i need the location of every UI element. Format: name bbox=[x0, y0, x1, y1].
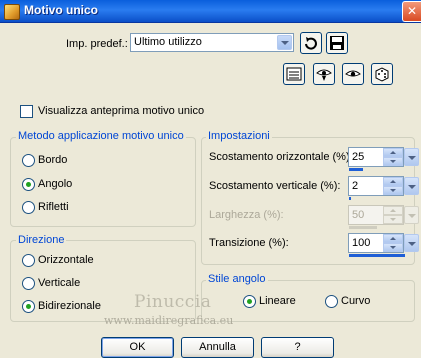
preset-value: Ultimo utilizzo bbox=[134, 36, 202, 48]
radio-curvo[interactable] bbox=[325, 295, 338, 308]
transition-dropdown-icon[interactable] bbox=[404, 234, 419, 252]
offset-v-spinner[interactable]: 2 bbox=[348, 176, 419, 200]
radio-rifletti-label: Rifletti bbox=[38, 201, 69, 213]
offset-v-level-bar bbox=[349, 197, 351, 200]
title-bar[interactable]: Motivo unico ✕ bbox=[0, 0, 421, 23]
offset-v-down-arrow[interactable] bbox=[383, 186, 403, 195]
dice-button[interactable] bbox=[371, 63, 393, 85]
width-up-arrow bbox=[383, 206, 403, 215]
method-group-title: Metodo applicazione motivo unico bbox=[16, 130, 186, 142]
radio-bordo-label: Bordo bbox=[38, 154, 68, 166]
radio-verticale[interactable] bbox=[22, 277, 35, 290]
radio-curvo-label: Curvo bbox=[341, 295, 371, 307]
corner-style-group-title: Stile angolo bbox=[206, 273, 268, 285]
chevron-down-icon[interactable] bbox=[277, 35, 292, 50]
radio-bordo[interactable] bbox=[22, 154, 35, 167]
transition-down-arrow[interactable] bbox=[383, 243, 403, 252]
proof-eye-button[interactable] bbox=[342, 63, 364, 85]
preview-checkbox[interactable] bbox=[20, 105, 33, 118]
preset-dropdown[interactable]: Ultimo utilizzo bbox=[130, 33, 294, 52]
offset-v-label: Scostamento verticale (%): bbox=[209, 180, 341, 192]
watermark-url: www.maidiregrafica.eu bbox=[104, 314, 234, 327]
offset-h-level-bar bbox=[349, 168, 363, 171]
offset-v-value: 2 bbox=[352, 180, 359, 192]
radio-angolo-label: Angolo bbox=[38, 178, 73, 190]
reset-icon bbox=[305, 37, 317, 50]
preset-label: Imp. predef.: bbox=[66, 38, 128, 50]
transition-value: 100 bbox=[352, 237, 371, 249]
transition-level-bar bbox=[349, 254, 405, 257]
dice-icon bbox=[375, 67, 389, 82]
radio-rifletti[interactable] bbox=[22, 201, 35, 214]
window-title: Motivo unico bbox=[24, 3, 98, 17]
radio-verticale-label: Verticale bbox=[38, 277, 81, 289]
width-label: Larghezza (%): bbox=[209, 209, 284, 221]
proof-eye-icon bbox=[345, 70, 361, 77]
offset-h-dropdown-icon[interactable] bbox=[404, 148, 419, 166]
close-button[interactable]: ✕ bbox=[402, 1, 421, 22]
transition-spinner[interactable]: 100 bbox=[348, 233, 419, 257]
radio-bidirezionale[interactable] bbox=[22, 300, 35, 313]
randomize-icon bbox=[286, 67, 302, 81]
reset-button[interactable] bbox=[300, 32, 322, 54]
radio-angolo[interactable] bbox=[22, 178, 35, 191]
transition-label: Transizione (%): bbox=[209, 237, 289, 249]
offset-v-up-arrow[interactable] bbox=[383, 177, 403, 186]
randomize-button[interactable] bbox=[283, 63, 305, 85]
help-button[interactable]: ? bbox=[261, 337, 334, 358]
offset-h-spinner[interactable]: 25 bbox=[348, 147, 419, 171]
width-down-arrow bbox=[383, 215, 403, 224]
ok-button[interactable]: OK bbox=[101, 337, 174, 358]
offset-h-up-arrow[interactable] bbox=[383, 148, 403, 157]
offset-h-down-arrow[interactable] bbox=[383, 157, 403, 166]
width-value: 50 bbox=[352, 209, 365, 221]
width-dropdown-icon bbox=[404, 206, 419, 224]
radio-bidirezionale-label: Bidirezionale bbox=[38, 300, 101, 312]
radio-orizzontale[interactable] bbox=[22, 254, 35, 267]
settings-group-title: Impostazioni bbox=[206, 130, 272, 142]
watermark-name: Pinuccia bbox=[134, 292, 212, 312]
direction-group-title: Direzione bbox=[16, 234, 67, 246]
radio-orizzontale-label: Orizzontale bbox=[38, 254, 94, 266]
preview-label: Visualizza anteprima motivo unico bbox=[38, 105, 205, 117]
app-icon bbox=[4, 4, 20, 20]
save-preset-icon bbox=[330, 36, 344, 50]
width-level-bar bbox=[349, 226, 377, 229]
radio-lineare[interactable] bbox=[243, 295, 256, 308]
cancel-button[interactable]: Annulla bbox=[181, 337, 254, 358]
preview-eye-button[interactable] bbox=[313, 63, 335, 85]
save-preset-button[interactable] bbox=[326, 32, 348, 54]
preview-eye-icon bbox=[316, 69, 332, 81]
width-spinner: 50 bbox=[348, 205, 419, 229]
transition-up-arrow[interactable] bbox=[383, 234, 403, 243]
offset-v-dropdown-icon[interactable] bbox=[404, 177, 419, 195]
offset-h-value: 25 bbox=[352, 151, 365, 163]
offset-h-label: Scostamento orizzontale (%): bbox=[209, 151, 353, 163]
radio-lineare-label: Lineare bbox=[259, 295, 296, 307]
